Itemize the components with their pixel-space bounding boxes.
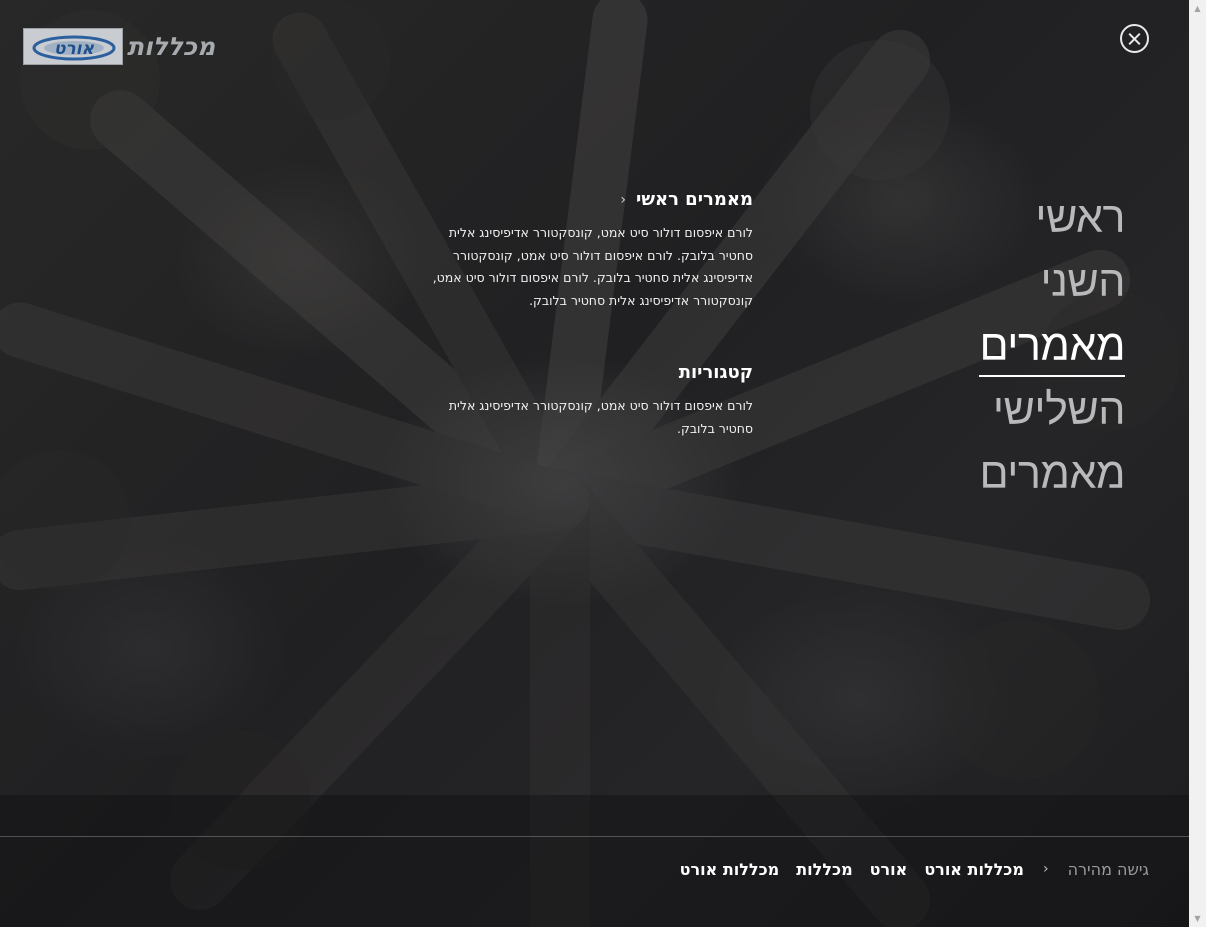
submenu-panel-categories: קטגוריות לורם איפסום דולור סיט אמט, קונס…	[413, 361, 753, 440]
menu-item-third[interactable]: השלישי	[979, 378, 1126, 442]
menu-item-articles-active[interactable]: מאמרים	[979, 314, 1125, 378]
scroll-up-arrow-icon[interactable]: ▲	[1189, 0, 1206, 17]
site-logo[interactable]: אורט מכללות	[23, 28, 223, 65]
panel-title-categories[interactable]: קטגוריות	[413, 361, 753, 385]
vertical-scrollbar[interactable]: ▲ ▼	[1189, 0, 1206, 927]
quick-link-ort[interactable]: אורט	[870, 860, 908, 879]
logo-brand-text: מכללות	[127, 32, 216, 61]
ort-emblem-icon: אורט	[32, 35, 116, 61]
quick-access-title: גישה מהירה	[1067, 859, 1149, 879]
submenu-panel-main-articles: מאמרים ראשי ‹ לורם איפסום דולור סיט אמט,…	[413, 188, 753, 312]
panel-description: לורם איפסום דולור סיט אמט, קונסקטורר אדי…	[448, 398, 753, 436]
quick-access-bar: גישה מהירה ‹ מכללות אורט אורט מכללות מכל…	[680, 856, 1149, 882]
menu-item-home[interactable]: ראשי	[979, 186, 1125, 250]
menu-item-articles[interactable]: מאמרים	[979, 442, 1125, 506]
quick-link-colleges[interactable]: מכללות	[796, 860, 852, 879]
panel-title-label: מאמרים ראשי	[636, 189, 753, 210]
quick-link-ort-colleges[interactable]: מכללות אורט	[924, 860, 1024, 879]
main-menu: ראשי השני מאמרים השלישי מאמרים	[979, 186, 1126, 506]
chevron-left-icon: ‹	[620, 192, 627, 208]
close-menu-button[interactable]	[1120, 24, 1149, 53]
menu-item-second[interactable]: השני	[979, 250, 1125, 314]
panel-description: לורם איפסום דולור סיט אמט, קונסקטורר אדי…	[432, 225, 753, 308]
panel-title-label: קטגוריות	[678, 362, 753, 383]
ort-logo-badge: אורט	[23, 28, 123, 65]
svg-text:אורט: אורט	[54, 39, 95, 59]
footer-divider	[0, 836, 1189, 837]
panel-title-main-articles[interactable]: מאמרים ראשי ‹	[413, 188, 753, 212]
scroll-down-arrow-icon[interactable]: ▼	[1189, 910, 1206, 927]
chevron-left-icon: ‹	[1042, 861, 1049, 877]
quick-link-ort-colleges-2[interactable]: מכללות אורט	[680, 860, 780, 879]
